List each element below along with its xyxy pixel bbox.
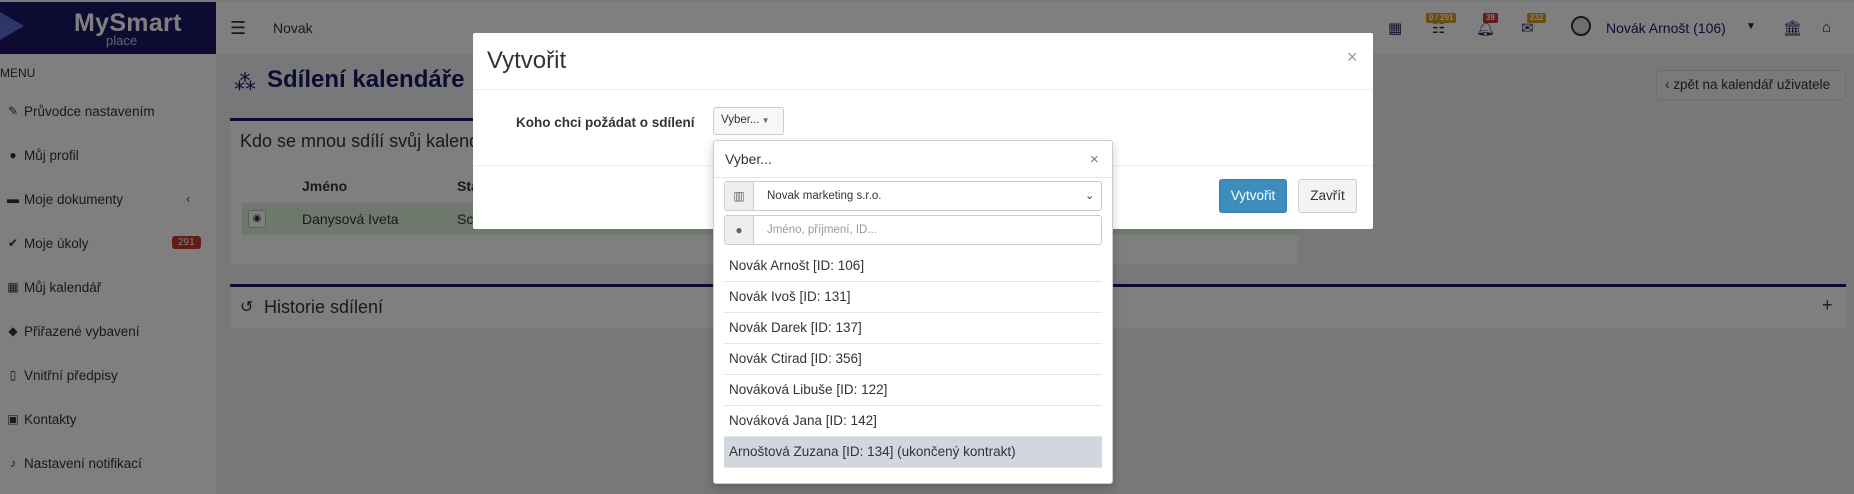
divider [473,89,1373,90]
caret-down-icon: ▼ [761,116,770,125]
list-item[interactable]: Nováková Jana [ID: 142] [724,406,1102,437]
chevron-down-icon: ⌄ [1085,190,1095,202]
list-item[interactable]: Novák Ivoš [ID: 131] [724,282,1102,313]
picker-title: Vyber... [725,151,772,167]
close-icon[interactable]: × [1090,151,1099,168]
search-input[interactable]: ● Jméno, příjmení, ID... [724,215,1102,245]
list-item-active[interactable]: Arnoštová Zuzana [ID: 134] (ukončený kon… [724,437,1102,468]
close-icon[interactable]: × [1347,47,1358,68]
building-icon: ▥ [725,182,754,210]
close-button[interactable]: Zavřít [1298,179,1357,213]
field-label: Koho chci požádat o sdílení [516,115,695,130]
list-item[interactable]: Nováková Libuše [ID: 122] [724,375,1102,406]
user-icon: ● [725,216,754,244]
list-item[interactable]: Novák Ctirad [ID: 356] [724,344,1102,375]
person-picker-dropdown: Vyber... × ▥ Novak marketing s.r.o. ⌄ ● … [713,140,1113,484]
select-placeholder: Vyber... [721,114,760,126]
search-placeholder: Jméno, příjmení, ID... [767,224,877,236]
create-button[interactable]: Vytvořit [1219,179,1287,213]
company-select-value: Novak marketing s.r.o. [767,190,882,202]
divider [714,177,1112,178]
list-item[interactable]: Novák Darek [ID: 137] [724,313,1102,344]
list-item[interactable]: Novák Arnošt [ID: 106] [724,251,1102,282]
company-select[interactable]: ▥ Novak marketing s.r.o. ⌄ [724,181,1102,211]
person-select-button[interactable]: Vyber... ▼ [713,107,784,135]
modal-title: Vytvořit [487,47,567,74]
